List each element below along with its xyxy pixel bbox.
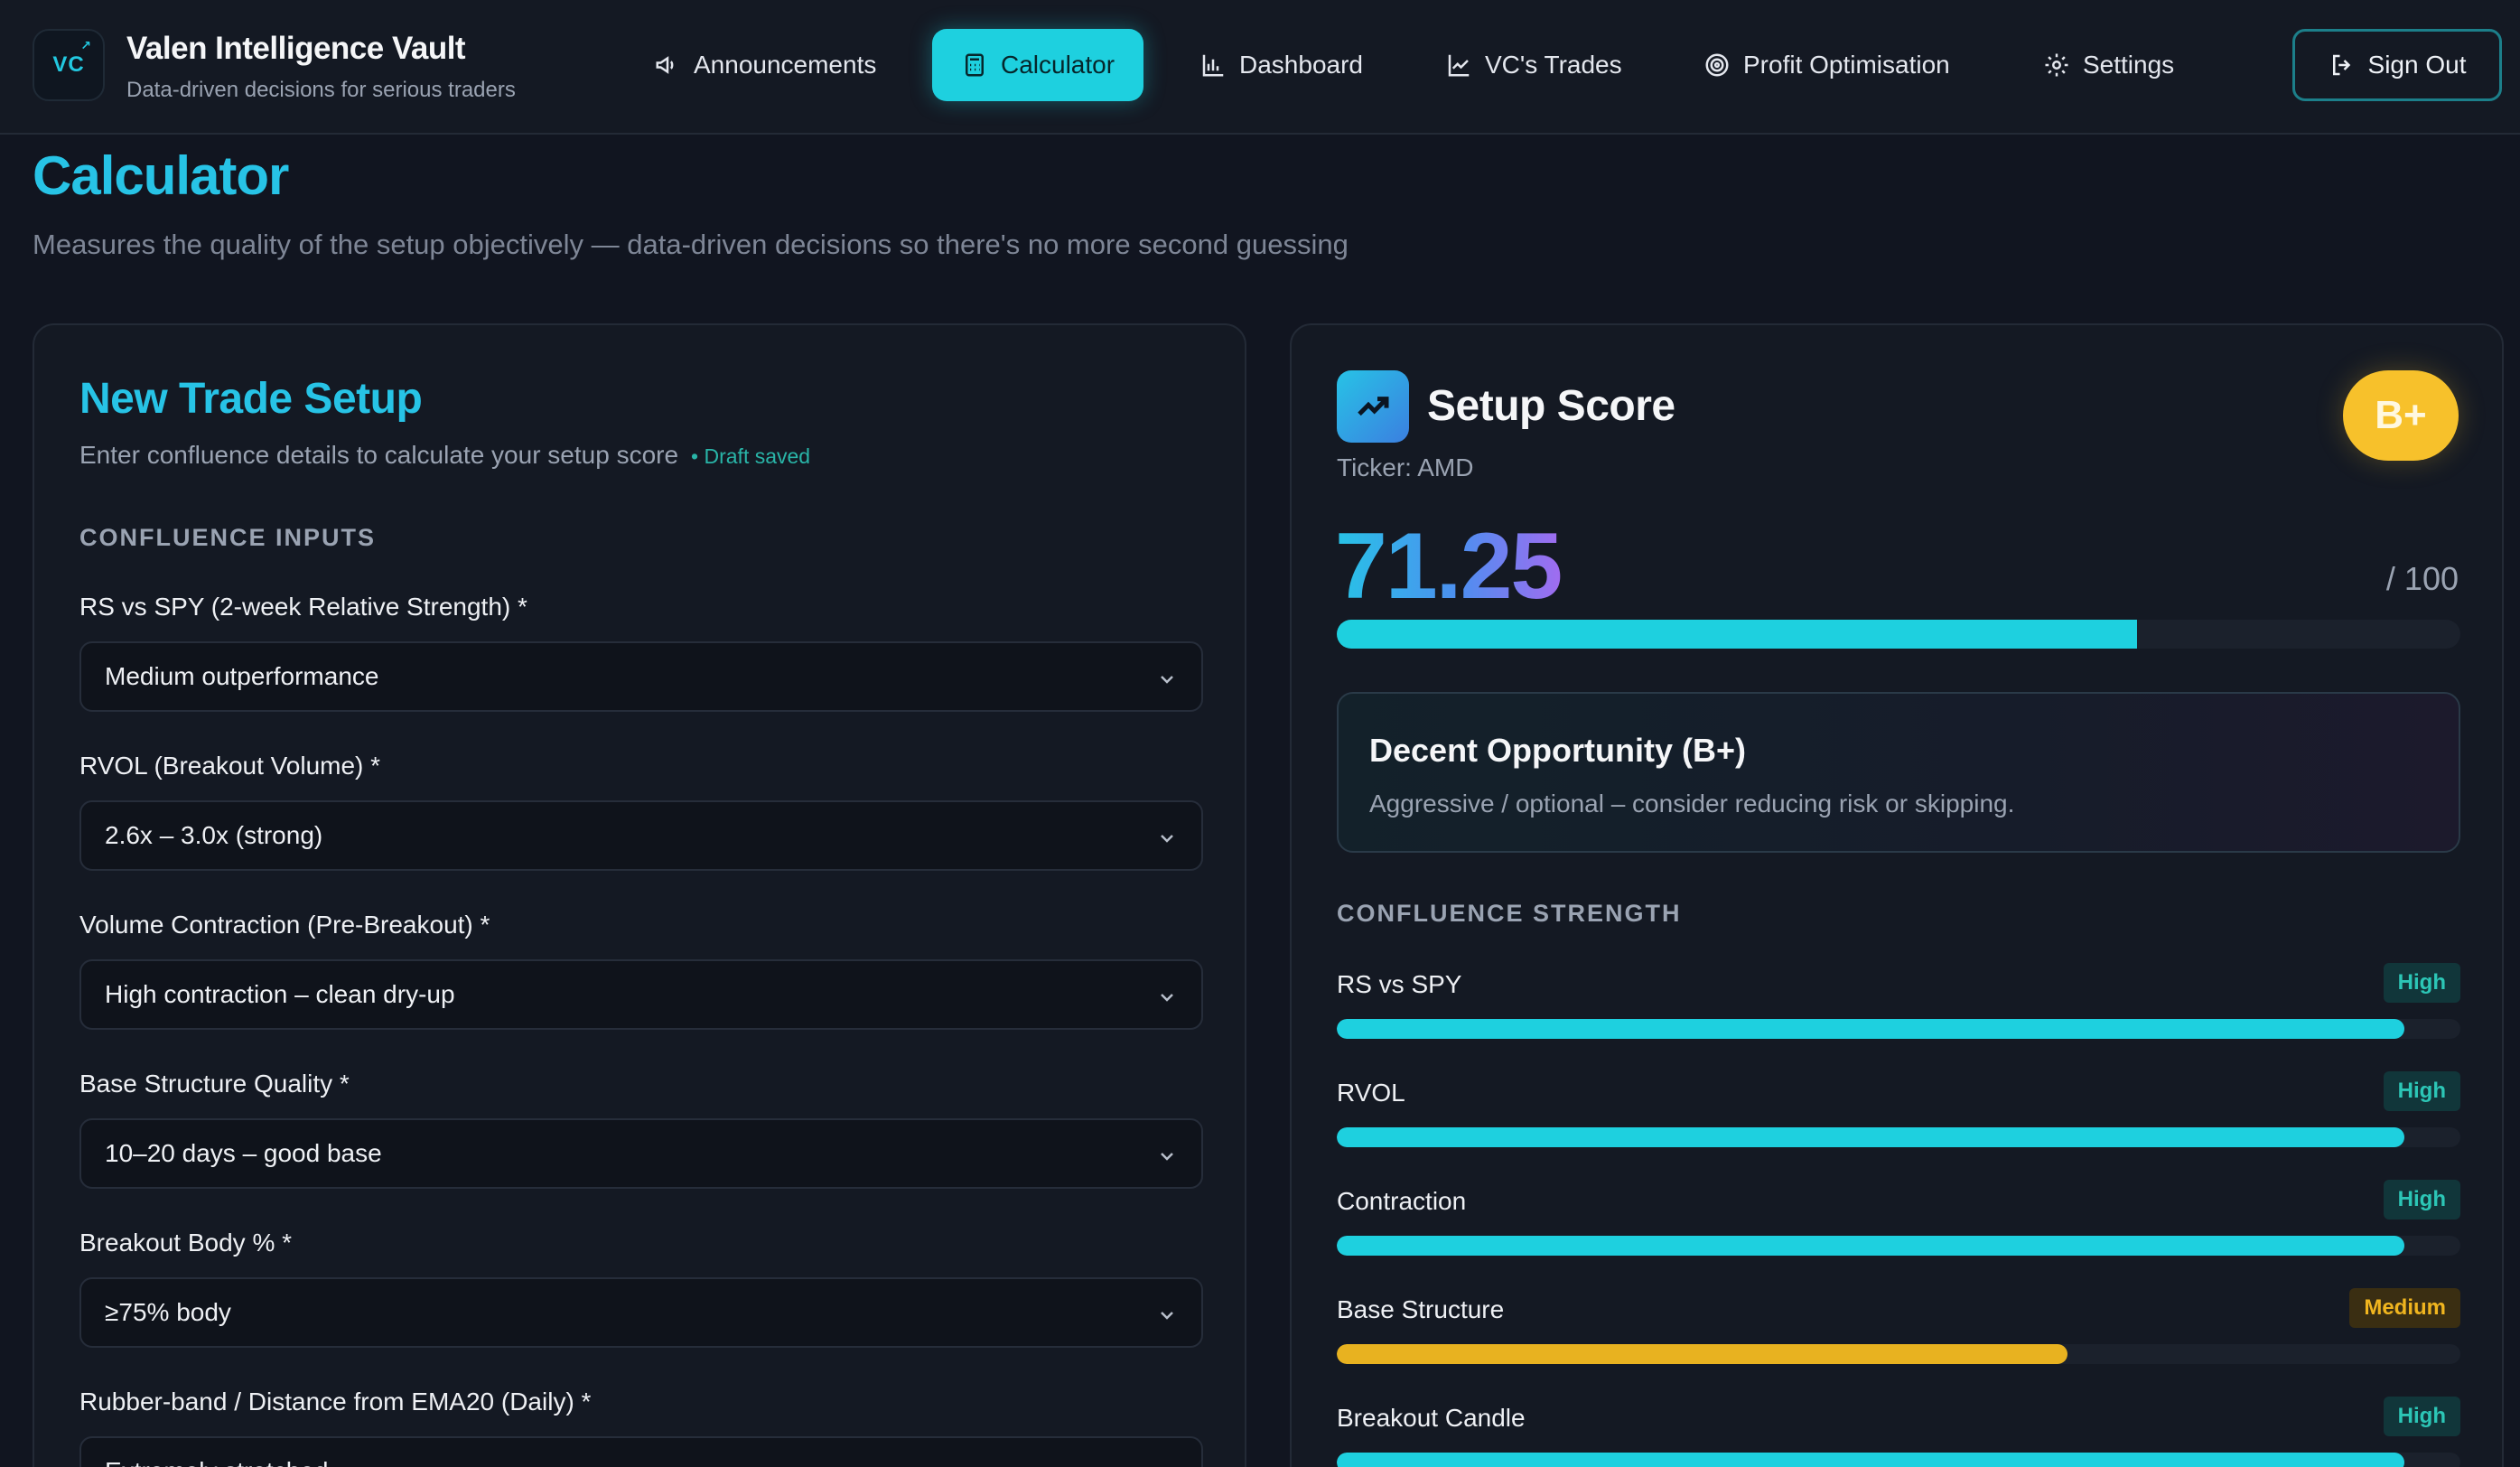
score-max: / 100 — [2385, 560, 2459, 597]
nav-dashboard[interactable]: Dashboard — [1171, 29, 1392, 101]
strength-bar-fill — [1337, 1344, 2067, 1364]
trade-setup-panel: New Trade Setup Enter confluence details… — [33, 323, 1246, 1467]
ema-distance-label: Rubber-band / Distance from EMA20 (Daily… — [79, 1388, 592, 1416]
strength-name: Contraction — [1337, 1187, 1467, 1215]
nav-announcements[interactable]: Announcements — [625, 29, 905, 101]
page-title: Calculator — [33, 145, 289, 206]
verdict-description: Aggressive / optional – consider reducin… — [1369, 790, 2015, 818]
top-navigation-bar: VC ↗ Valen Intelligence Vault Data-drive… — [0, 0, 2520, 135]
logo-arrow-icon: ↗ — [80, 38, 92, 52]
nav-label: Announcements — [694, 51, 877, 79]
chevron-down-icon — [1156, 1462, 1178, 1467]
logo[interactable]: VC ↗ — [33, 29, 105, 101]
volume-contraction-label: Volume Contraction (Pre-Breakout) * — [79, 911, 490, 939]
breakout-body-label: Breakout Body % * — [79, 1229, 293, 1257]
base-structure-select[interactable]: 10–20 days – good base — [79, 1118, 1203, 1189]
rvol-select[interactable]: 2.6x – 3.0x (strong) — [79, 800, 1203, 871]
score-value: 71.25 — [1335, 514, 1563, 619]
sign-out-icon — [2332, 54, 2350, 76]
strength-badge: High — [2383, 1397, 2460, 1436]
chevron-down-icon — [1156, 1145, 1178, 1166]
strength-bar-fill — [1337, 1453, 2404, 1467]
form-title: New Trade Setup — [79, 375, 423, 423]
strength-bar — [1337, 1344, 2460, 1364]
strength-row-rs-vs-spy: RS vs SPY High — [1337, 963, 2460, 1050]
strength-name: Base Structure — [1337, 1295, 1505, 1323]
strength-bar-fill — [1337, 1127, 2404, 1147]
verdict-card: Decent Opportunity (B+) Aggressive / opt… — [1337, 692, 2460, 853]
nav-label: Profit Optimisation — [1743, 51, 1950, 79]
sign-out-label: Sign Out — [2367, 51, 2467, 79]
score-title: Setup Score — [1427, 382, 1675, 430]
score-progress-fill — [1337, 620, 2138, 649]
nav-profit-optimisation[interactable]: Profit Optimisation — [1675, 29, 1979, 101]
strength-row-rvol: RVOL High — [1337, 1071, 2460, 1158]
rs-vs-spy-label: RS vs SPY (2-week Relative Strength) * — [79, 593, 527, 621]
grade-badge: B+ — [2343, 370, 2459, 461]
calculator-icon — [966, 53, 984, 77]
strength-bar — [1337, 1236, 2460, 1256]
megaphone-icon — [656, 56, 674, 74]
gear-icon — [2045, 53, 2068, 77]
select-value: 2.6x – 3.0x (strong) — [105, 821, 323, 849]
strength-name: RS vs SPY — [1337, 970, 1462, 998]
chevron-down-icon — [1156, 668, 1178, 689]
nav-settings[interactable]: Settings — [2014, 29, 2203, 101]
chevron-down-icon — [1156, 827, 1178, 848]
strength-row-base-structure: Base Structure Medium — [1337, 1288, 2460, 1375]
strength-badge: High — [2383, 963, 2460, 1003]
form-subtitle-text: Enter confluence details to calculate yo… — [79, 441, 679, 469]
confluence-inputs-label: CONFLUENCE INPUTS — [79, 524, 377, 551]
strength-row-breakout-candle: Breakout Candle High — [1337, 1397, 2460, 1467]
select-value: 10–20 days – good base — [105, 1139, 382, 1167]
strength-badge: High — [2383, 1071, 2460, 1111]
nav-label: Calculator — [1001, 51, 1115, 79]
select-value: Extremely stretched — [105, 1457, 328, 1467]
nav-calculator[interactable]: Calculator — [932, 29, 1144, 101]
chevron-down-icon — [1156, 1303, 1178, 1325]
page-subtitle: Measures the quality of the setup object… — [33, 229, 1349, 260]
strength-bar — [1337, 1019, 2460, 1039]
volume-contraction-select[interactable]: High contraction – clean dry-up — [79, 959, 1203, 1030]
nav-label: VC's Trades — [1485, 51, 1622, 79]
setup-score-panel: Setup Score Ticker: AMD B+ 71.25 / 100 D… — [1290, 323, 2504, 1467]
form-subtitle: Enter confluence details to calculate yo… — [79, 441, 810, 470]
score-progress-bar — [1337, 620, 2460, 649]
draft-status: • Draft saved — [691, 444, 811, 468]
base-structure-label: Base Structure Quality * — [79, 1070, 350, 1098]
sign-out-button[interactable]: Sign Out — [2292, 29, 2502, 101]
rvol-label: RVOL (Breakout Volume) * — [79, 752, 381, 780]
app-subtitle: Data-driven decisions for serious trader… — [126, 78, 516, 102]
strength-bar-fill — [1337, 1019, 2404, 1039]
strength-badge: High — [2383, 1180, 2460, 1219]
strength-bar-fill — [1337, 1236, 2404, 1256]
verdict-title: Decent Opportunity (B+) — [1369, 732, 1747, 769]
select-value: Medium outperformance — [105, 662, 379, 690]
breakout-body-select[interactable]: ≥75% body — [79, 1277, 1203, 1348]
strength-name: RVOL — [1337, 1079, 1405, 1107]
app-title: Valen Intelligence Vault — [126, 31, 466, 66]
nav-label: Settings — [2083, 51, 2175, 79]
trending-up-icon — [1337, 370, 1409, 443]
bar-chart-icon — [1202, 54, 1224, 77]
ema-distance-select[interactable]: Extremely stretched — [79, 1436, 1203, 1467]
confluence-strength-label: CONFLUENCE STRENGTH — [1337, 900, 1682, 927]
strength-bar — [1337, 1127, 2460, 1147]
logo-text: VC — [52, 52, 85, 77]
target-icon — [1705, 53, 1729, 77]
line-chart-icon — [1448, 54, 1470, 77]
strength-name: Breakout Candle — [1337, 1404, 1526, 1432]
nav-vcs-trades[interactable]: VC's Trades — [1416, 29, 1651, 101]
strength-row-contraction: Contraction High — [1337, 1180, 2460, 1266]
nav-label: Dashboard — [1239, 51, 1363, 79]
rs-vs-spy-select[interactable]: Medium outperformance — [79, 641, 1203, 712]
select-value: High contraction – clean dry-up — [105, 980, 455, 1008]
select-value: ≥75% body — [105, 1298, 231, 1326]
chevron-down-icon — [1156, 986, 1178, 1007]
strength-bar — [1337, 1453, 2460, 1467]
strength-badge: Medium — [2349, 1288, 2460, 1328]
ticker-label: Ticker: AMD — [1337, 453, 1474, 481]
